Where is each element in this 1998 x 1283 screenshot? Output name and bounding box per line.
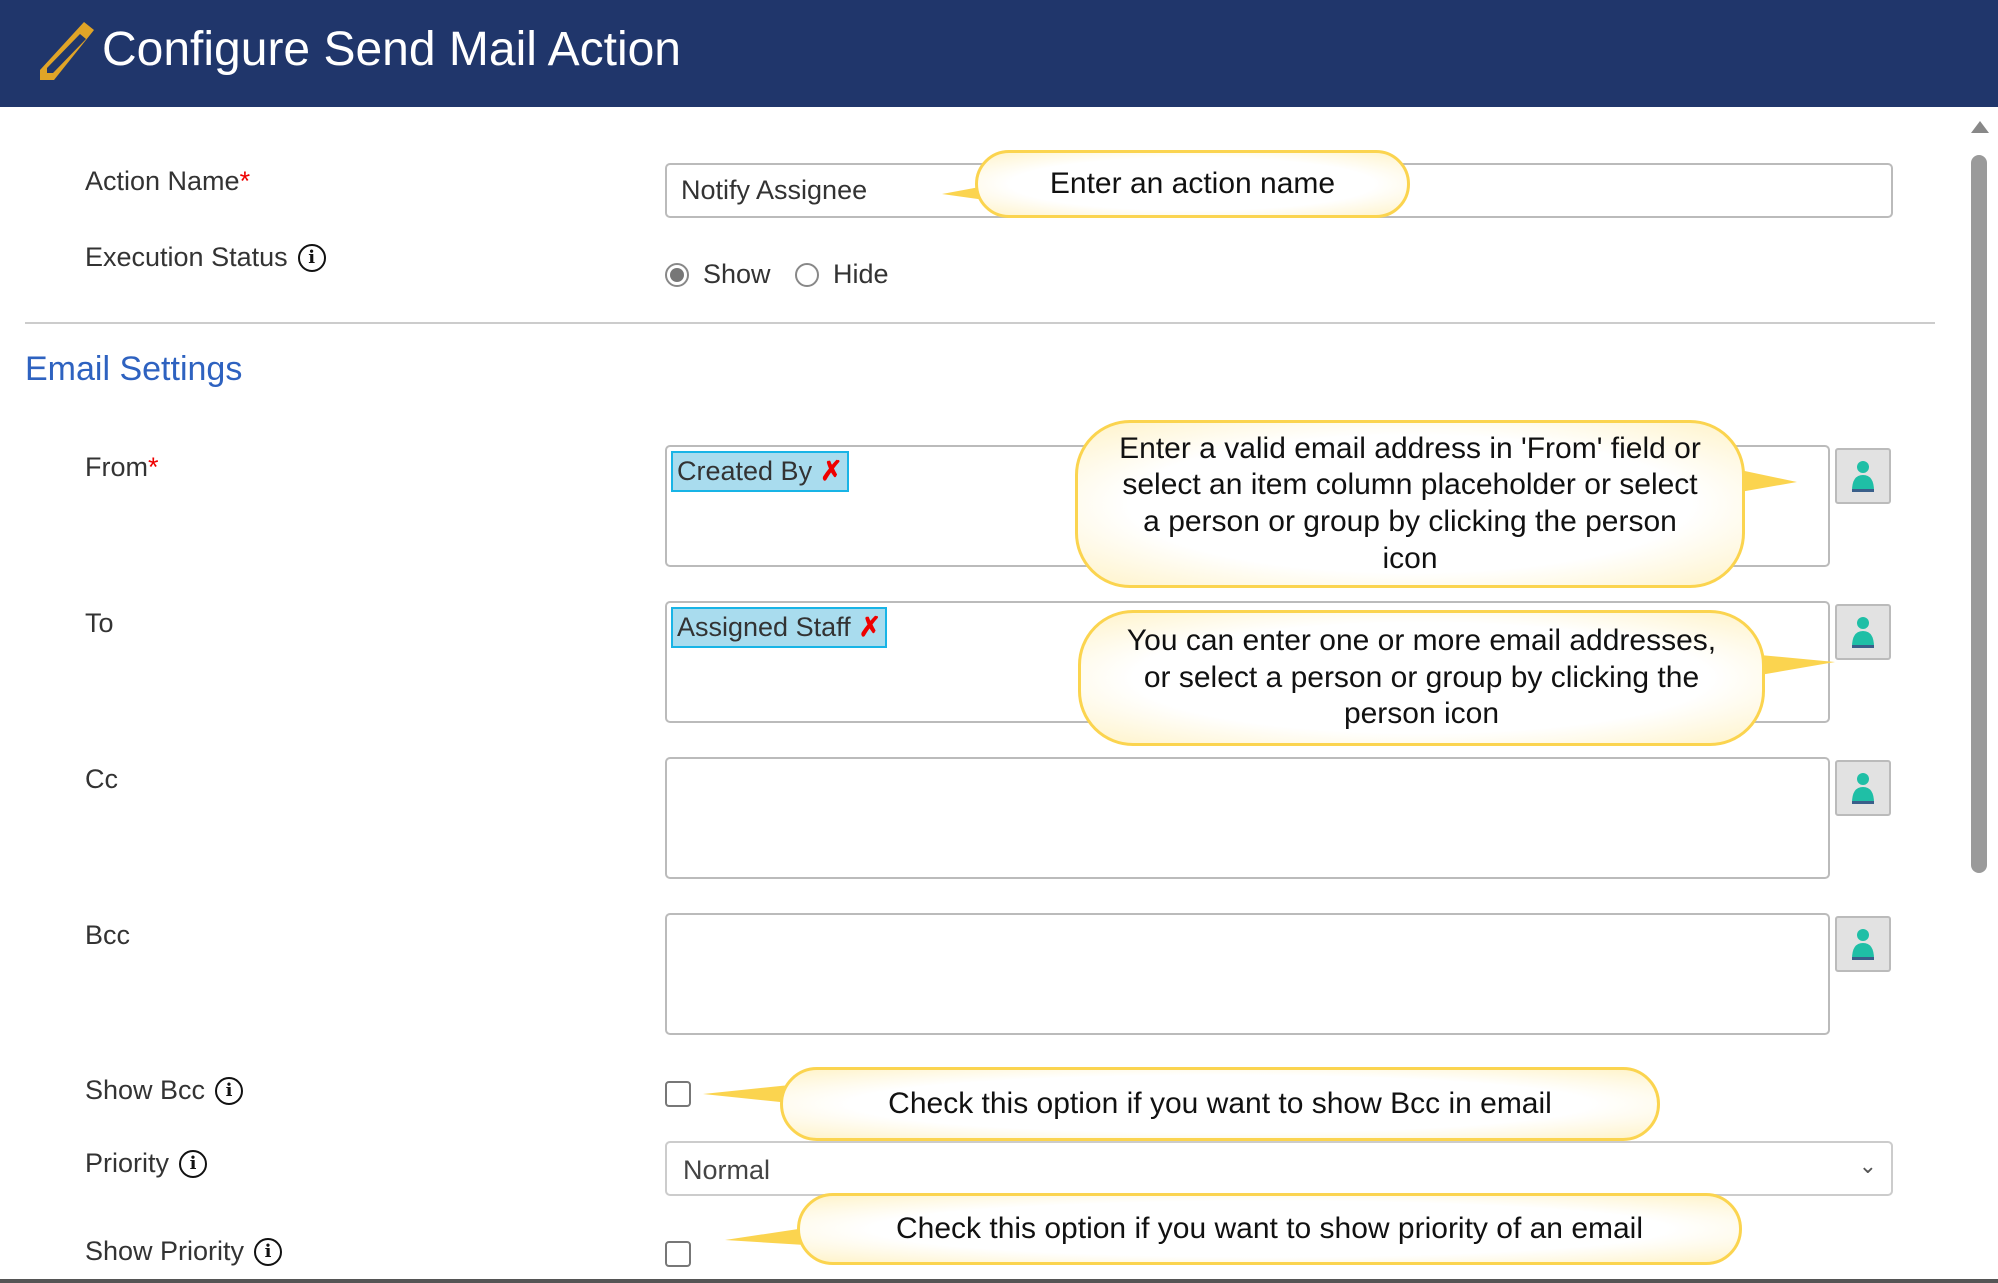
callout-to: You can enter one or more email addresse… <box>1078 610 1765 746</box>
callout-action-name: Enter an action name <box>975 150 1410 218</box>
callout-from: Enter a valid email address in 'From' fi… <box>1075 420 1745 588</box>
callout-show-bcc: Check this option if you want to show Bc… <box>780 1067 1660 1141</box>
callout-show-priority: Check this option if you want to show pr… <box>797 1193 1742 1265</box>
